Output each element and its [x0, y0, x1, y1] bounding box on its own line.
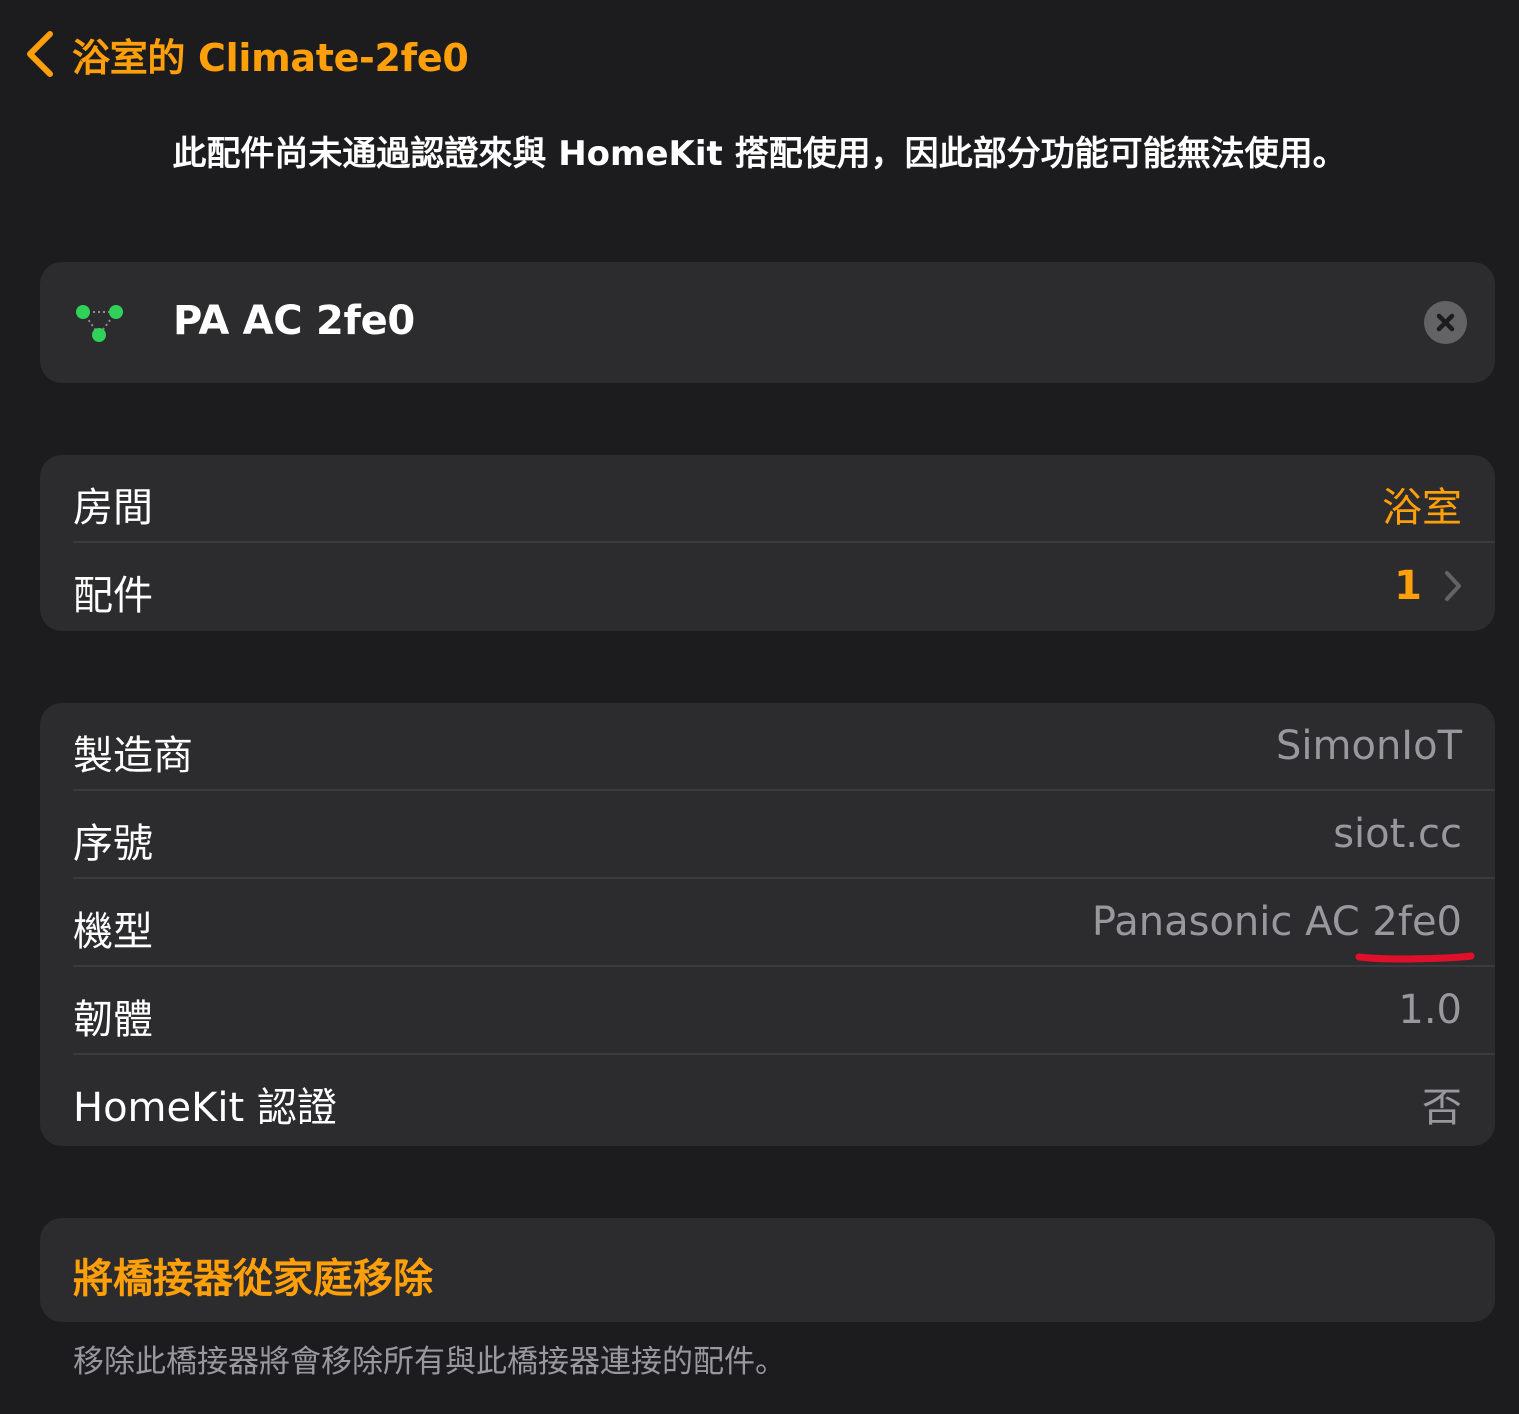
info-card: 製造商 SimonIoT 序號 siot.cc 機型 Panasonic AC …	[40, 703, 1495, 1146]
close-icon	[1436, 313, 1455, 332]
remove-bridge-button[interactable]: 將橋接器從家庭移除	[73, 1246, 433, 1304]
manufacturer-label: 製造商	[73, 733, 193, 779]
back-button[interactable]: 浴室的 Climate-2fe0	[22, 26, 469, 82]
certification-value: 否	[1422, 1085, 1462, 1131]
model-value: Panasonic AC 2fe0	[1091, 899, 1462, 945]
bridge-icon	[76, 305, 123, 342]
serial-value: siot.cc	[1333, 811, 1462, 857]
room-card: 房間 浴室 配件 1	[40, 455, 1495, 631]
accessories-value-group: 1	[1394, 563, 1462, 609]
navigation-bar: 浴室的 Climate-2fe0	[22, 22, 469, 86]
manufacturer-value: SimonIoT	[1276, 723, 1462, 769]
room-value[interactable]: 浴室	[1382, 475, 1462, 533]
accessories-row[interactable]: 配件 1	[40, 543, 1495, 631]
chevron-right-icon	[1445, 571, 1461, 601]
chevron-left-icon	[27, 31, 53, 77]
back-title: 浴室的 Climate-2fe0	[72, 35, 469, 80]
clear-button[interactable]	[1424, 301, 1467, 344]
info-row-firmware: 韌體 1.0	[40, 967, 1495, 1055]
info-row-certification: HomeKit 認證 否	[40, 1055, 1495, 1143]
model-label: 機型	[73, 909, 153, 955]
remove-bridge-card[interactable]: 將橋接器從家庭移除	[40, 1218, 1495, 1322]
firmware-label: 韌體	[73, 997, 153, 1043]
room-row[interactable]: 房間 浴室	[40, 455, 1495, 543]
info-row-serial: 序號 siot.cc	[40, 791, 1495, 879]
info-row-model: 機型 Panasonic AC 2fe0	[40, 879, 1495, 967]
bridge-card: PA AC 2fe0	[40, 262, 1495, 383]
accessories-label: 配件	[73, 573, 153, 619]
serial-label: 序號	[73, 821, 153, 867]
accessory-settings-page: 浴室的 Climate-2fe0 此配件尚未通過認證來與 HomeKit 搭配使…	[0, 0, 1519, 1414]
bridge-name: PA AC 2fe0	[173, 298, 415, 344]
certification-notice: 此配件尚未通過認證來與 HomeKit 搭配使用，因此部分功能可能無法使用。	[172, 134, 1347, 174]
certification-label: HomeKit 認證	[73, 1085, 337, 1131]
room-label: 房間	[73, 485, 153, 531]
firmware-value: 1.0	[1398, 987, 1462, 1033]
remove-bridge-note: 移除此橋接器將會移除所有與此橋接器連接的配件。	[73, 1344, 786, 1380]
accessories-count: 1	[1394, 563, 1422, 609]
bridge-row: PA AC 2fe0	[40, 262, 1495, 383]
red-underline-annotation	[1355, 952, 1475, 963]
info-row-manufacturer: 製造商 SimonIoT	[40, 703, 1495, 791]
